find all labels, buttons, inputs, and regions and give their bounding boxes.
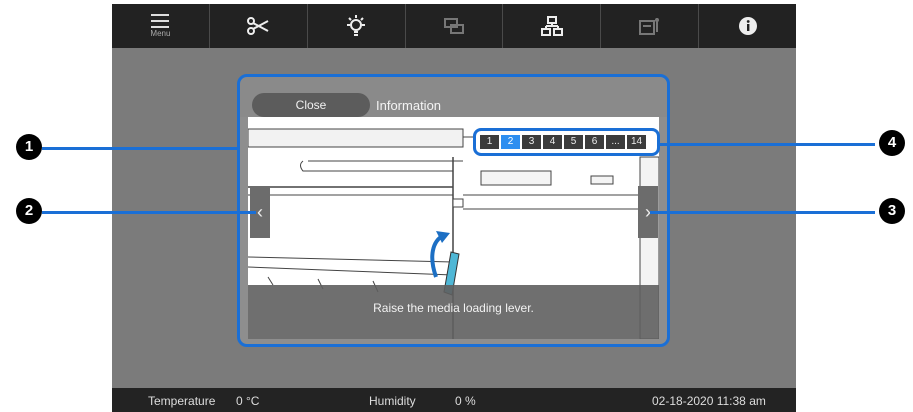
status-datetime: 02-18-2020 11:38 am — [652, 394, 766, 408]
status-bar: Temperature 0 °C Humidity 0 % 02-18-2020… — [112, 388, 796, 412]
top-toolbar: Menu — [112, 4, 796, 48]
callout-4: 4 — [879, 130, 905, 156]
scissors-icon — [247, 17, 269, 35]
light-button[interactable] — [308, 4, 406, 48]
humidity-label: Humidity — [369, 394, 416, 408]
humidity-value: 0 % — [455, 394, 476, 408]
menu-button[interactable]: Menu — [112, 4, 210, 48]
callout-4-leader — [660, 143, 875, 146]
maintenance-button[interactable] — [601, 4, 700, 48]
info-button[interactable] — [699, 4, 796, 48]
menu-label: Menu — [150, 29, 171, 38]
callout-1-leader — [42, 147, 240, 150]
panel-highlight-outline — [237, 74, 670, 347]
callout-2: 2 — [16, 198, 42, 224]
maintenance-icon — [638, 18, 659, 35]
windows-button[interactable] — [406, 4, 504, 48]
network-icon — [540, 16, 563, 36]
info-icon — [738, 17, 757, 35]
callout-3-leader — [650, 211, 875, 214]
callout-1: 1 — [16, 134, 42, 160]
windows-icon — [444, 18, 464, 34]
network-button[interactable] — [503, 4, 602, 48]
callout-3: 3 — [879, 198, 905, 224]
light-icon — [347, 15, 366, 36]
temperature-value: 0 °C — [236, 394, 260, 408]
callout-2-leader — [42, 211, 256, 214]
cut-button[interactable] — [210, 4, 308, 48]
temperature-label: Temperature — [148, 394, 216, 408]
menu-icon — [151, 14, 170, 28]
